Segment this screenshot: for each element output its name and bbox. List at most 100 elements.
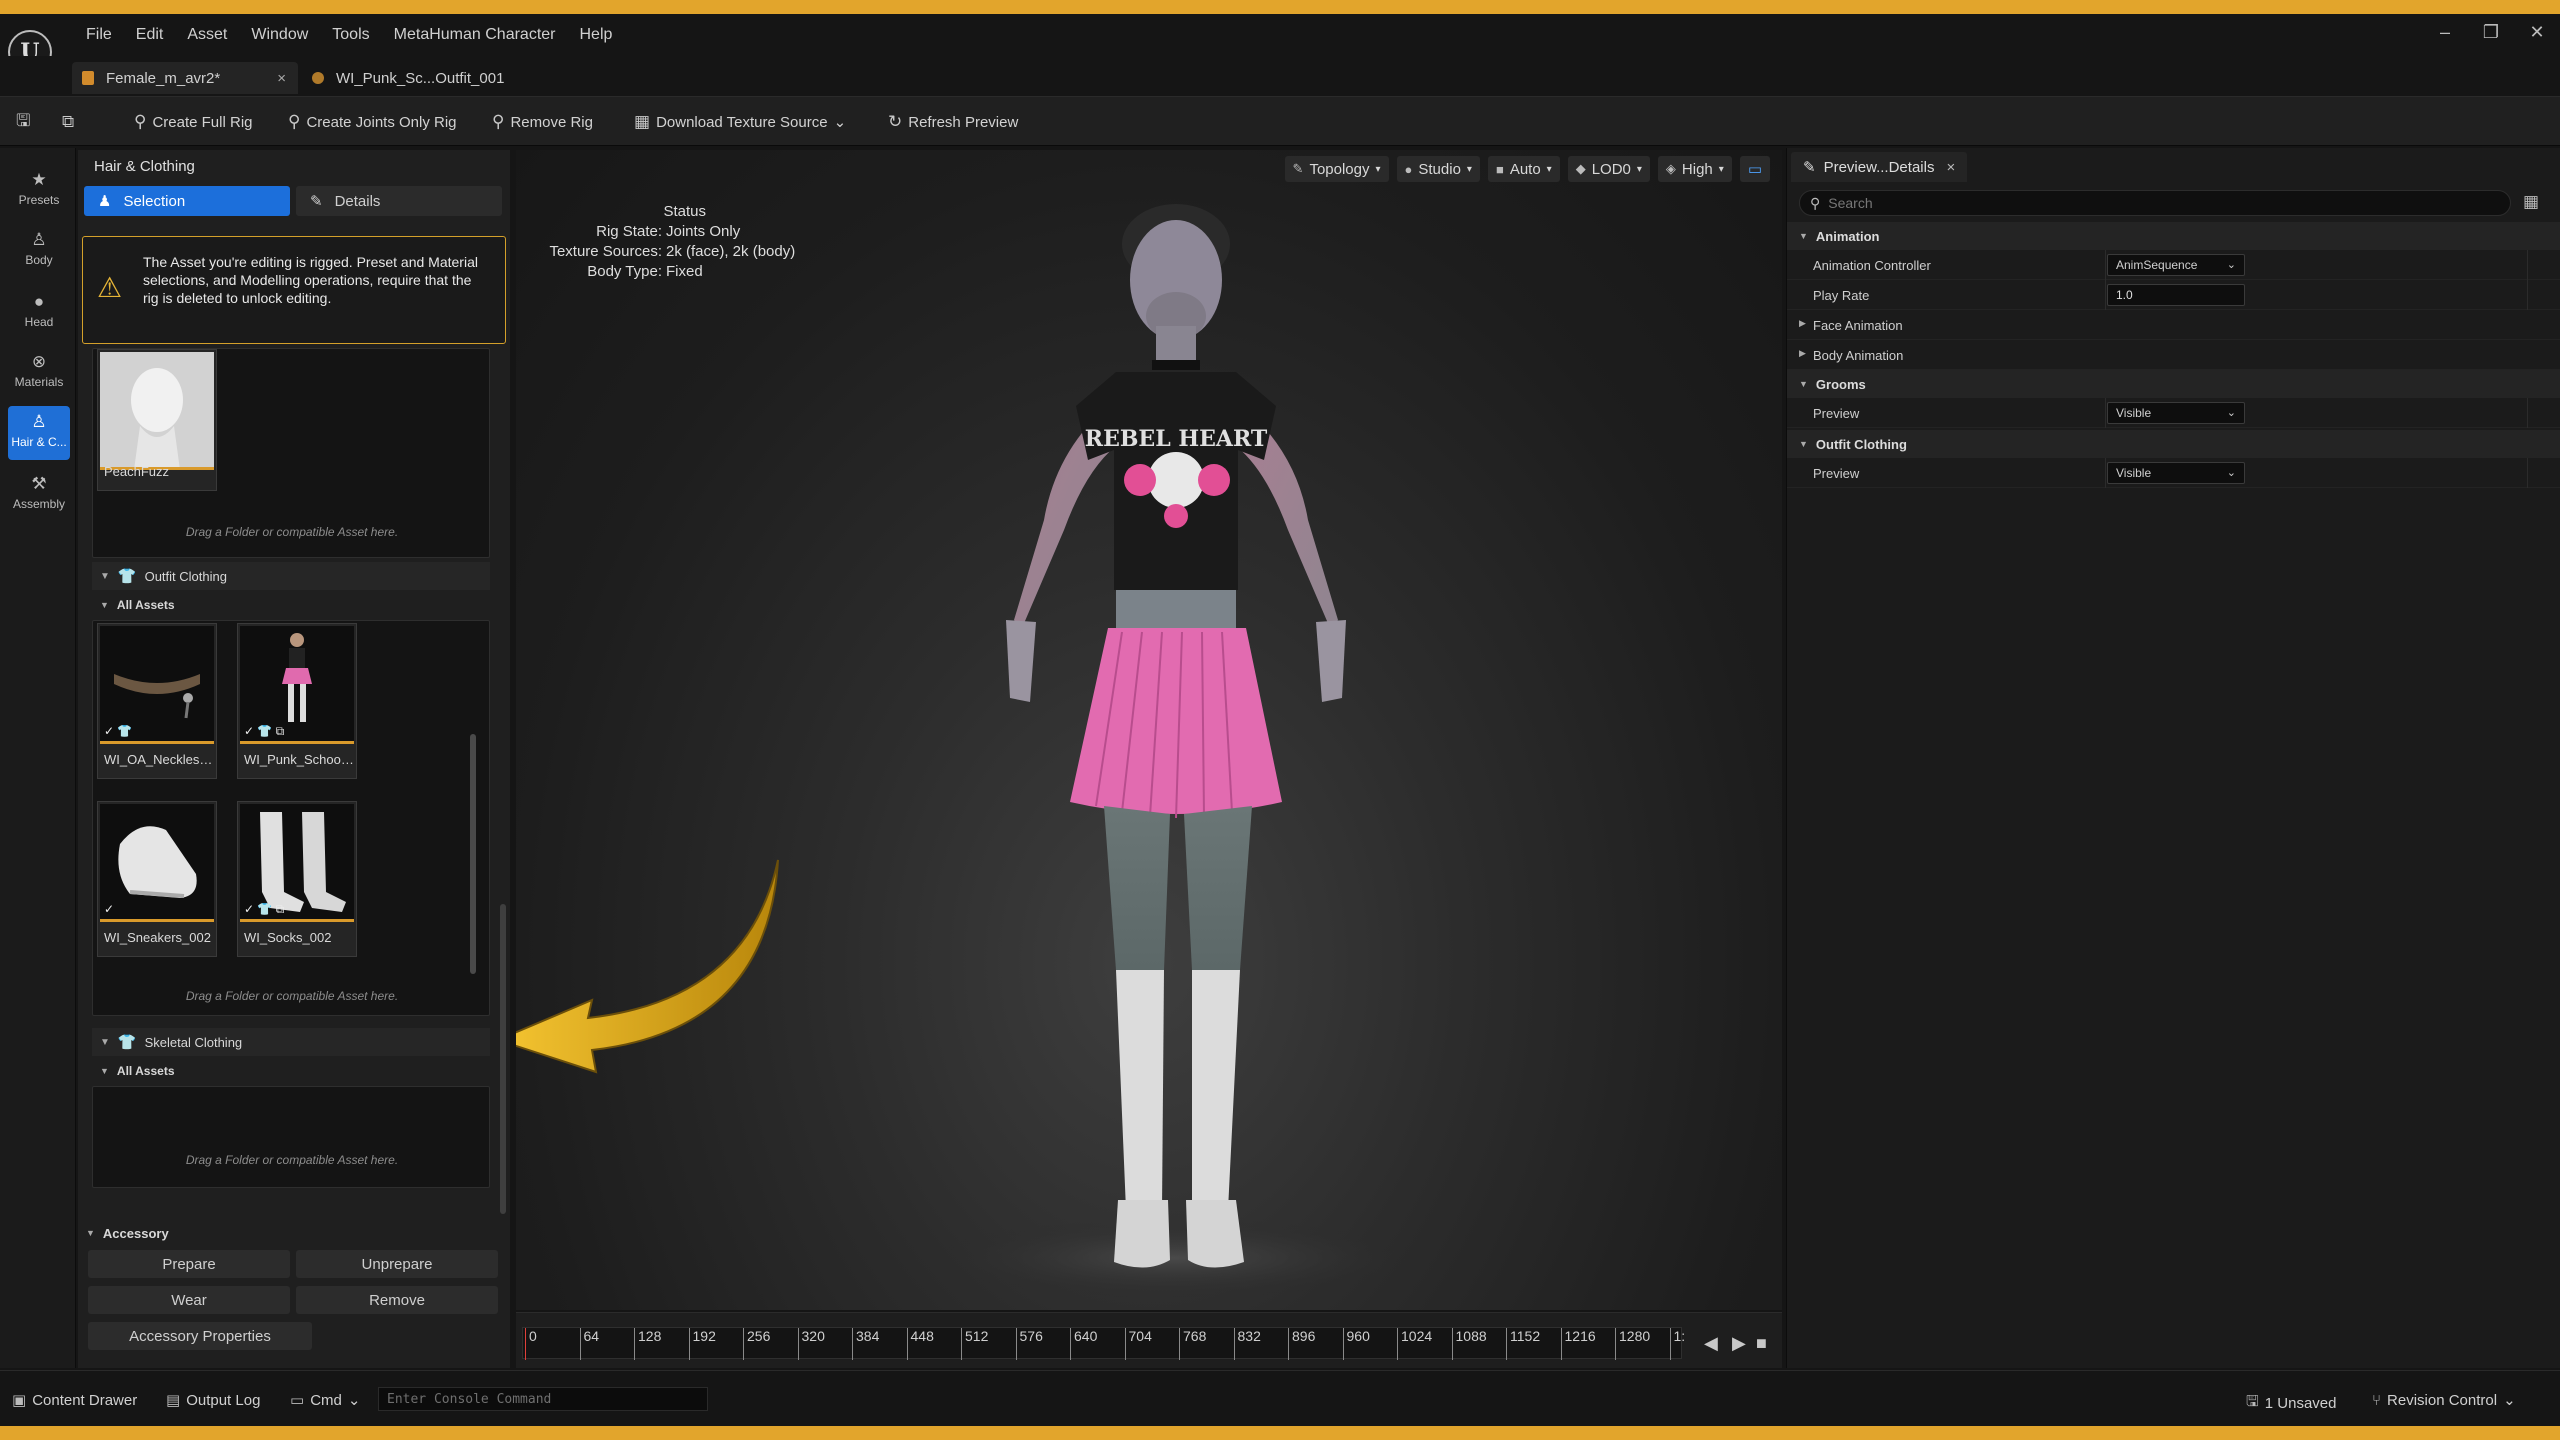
asset-list-scrollbar[interactable] (470, 734, 476, 974)
refresh-preview-button[interactable]: ↻ Refresh Preview (888, 109, 1018, 135)
menu-file[interactable]: File (74, 26, 124, 44)
timeline-tick-label: 512 (961, 1328, 988, 1360)
cmd-dropdown[interactable]: ▭ Cmd ⌄ (290, 1391, 361, 1410)
outfit-preview-select[interactable]: Visible ⌄ (2107, 462, 2245, 484)
asset-badges: ✓ 👕 ⧉ (244, 902, 285, 916)
stop-icon[interactable]: ■ (1756, 1333, 1767, 1354)
column-divider[interactable] (2105, 280, 2106, 310)
view-options-icon[interactable]: ▦ (2523, 192, 2539, 212)
output-log-button[interactable]: ▤ Output Log (166, 1391, 260, 1410)
asset-tile-socks[interactable]: ✓ 👕 ⧉ WI_Socks_002 (237, 801, 357, 957)
accessory-properties-button[interactable]: Accessory Properties (88, 1322, 312, 1350)
create-joints-only-rig-button[interactable]: ⚲ Create Joints Only Rig (288, 109, 457, 135)
groom-asset-well: PeachFuzz Drag a Folder or compatible As… (92, 348, 490, 558)
timeline-tick-label: 960 (1342, 1328, 1370, 1360)
menu-edit[interactable]: Edit (124, 26, 176, 44)
menu-help[interactable]: Help (567, 26, 624, 44)
property-name: Animation Controller (1813, 258, 1931, 273)
asset-tile-label: WI_Sneakers_002 (104, 930, 211, 945)
tab-preview-details[interactable]: ✎ Preview...Details × (1791, 152, 1968, 182)
rail-item-head[interactable]: ● Head (8, 286, 70, 340)
menu-metahuman-character[interactable]: MetaHuman Character (382, 26, 568, 44)
asset-tile-peachfuzz[interactable]: PeachFuzz (97, 349, 217, 491)
asset-tile-sneakers[interactable]: ✓ WI_Sneakers_002 (97, 801, 217, 957)
category-outfit-clothing[interactable]: ▼ Outfit Clothing (1787, 430, 2560, 458)
remove-rig-button[interactable]: ⚲ Remove Rig (492, 109, 593, 135)
skeletal-all-assets-header[interactable]: ▼ All Assets (92, 1058, 490, 1084)
chevron-down-icon: ⌄ (347, 1392, 361, 1409)
close-tab-icon[interactable]: × (1946, 159, 1955, 176)
property-name: Face Animation (1813, 318, 1903, 333)
animation-controller-select[interactable]: AnimSequence ⌄ (2107, 254, 2245, 276)
play-rate-field[interactable]: 1.0 (2107, 284, 2245, 306)
tab-wi-punk-outfit[interactable]: WI_Punk_Sc...Outfit_001 (302, 62, 542, 94)
rail-item-hair-clothing[interactable]: ♙ Hair & C... (8, 406, 70, 460)
wear-button[interactable]: Wear (88, 1286, 290, 1314)
tab-details[interactable]: ✎ Details (296, 186, 502, 216)
outfit-all-assets-header[interactable]: ▼ All Assets (92, 592, 490, 618)
prepare-button[interactable]: Prepare (88, 1250, 290, 1278)
column-divider[interactable] (2105, 458, 2106, 488)
restore-icon[interactable]: ❐ (2468, 22, 2514, 43)
log-icon: ▤ (166, 1392, 181, 1409)
accessory-header[interactable]: ▼ Accessory (78, 1220, 510, 1246)
row-face-animation[interactable]: ▶ Face Animation (1787, 310, 2560, 340)
row-play-rate: Play Rate 1.0 (1787, 280, 2560, 310)
hair-clothing-panel: Hair & Clothing ♟ Selection ✎ Details ⚠ Th… (78, 150, 510, 1368)
grooms-preview-select[interactable]: Visible ⌄ (2107, 402, 2245, 424)
tab-female-m-avr2[interactable]: Female_m_avr2* × (72, 62, 298, 94)
download-texture-source-button[interactable]: ▦ Download Texture Source ⌄ (634, 109, 846, 135)
details-search-input[interactable]: ⚲ Search (1799, 190, 2511, 216)
rail-item-materials[interactable]: ⊗ Materials (8, 346, 70, 400)
branch-icon: ⑂ (2372, 1391, 2382, 1409)
column-divider (2527, 280, 2528, 310)
main-menu: File Edit Asset Window Tools MetaHuman C… (74, 26, 624, 44)
timeline-track[interactable]: 0 64 128 192 256 320 384 448 512 576 640 704 768 832 8… (522, 1327, 1685, 1360)
play-icon[interactable]: ▶ (1732, 1333, 1746, 1354)
minimize-icon[interactable]: – (2422, 22, 2468, 43)
step-back-icon[interactable]: ◀ (1704, 1333, 1718, 1354)
close-tab-icon[interactable]: × (277, 70, 286, 87)
asset-tile-necklace[interactable]: ✓ 👕 WI_OA_Neckless... (97, 623, 217, 779)
create-full-rig-button[interactable]: ⚲ Create Full Rig (134, 109, 253, 135)
property-name: Preview (1813, 466, 1860, 481)
save-icon[interactable]: 🖫 (16, 109, 36, 135)
menu-asset[interactable]: Asset (175, 26, 239, 44)
column-divider[interactable] (2105, 250, 2106, 280)
category-grooms[interactable]: ▼ Grooms (1787, 370, 2560, 398)
menu-window[interactable]: Window (239, 26, 320, 44)
category-animation[interactable]: ▼ Animation (1787, 222, 2560, 250)
animation-timeline: 0 64 128 192 256 320 384 448 512 576 640 704 768 832 8… (516, 1312, 1782, 1368)
skeletal-clothing-header[interactable]: ▼ 👕 Skeletal Clothing (92, 1028, 490, 1056)
asset-tile-punk-schoolgirl[interactable]: ✓ 👕 ⧉ WI_Punk_Schoolg... (237, 623, 357, 779)
column-divider[interactable] (2105, 398, 2106, 428)
unsaved-button[interactable]: 🖫 1 Unsaved (2246, 1391, 2337, 1416)
remove-button[interactable]: Remove (296, 1286, 498, 1314)
tab-selection[interactable]: ♟ Selection (84, 186, 290, 216)
rail-item-presets[interactable]: ★ Presets (8, 164, 70, 218)
timeline-tick-label: 896 (1288, 1328, 1315, 1360)
asset-badges: ✓ 👕 (104, 724, 133, 738)
row-body-animation[interactable]: ▶ Body Animation (1787, 340, 2560, 370)
browse-icon[interactable]: ⧉ (62, 109, 80, 135)
outfit-clothing-header[interactable]: ▼ 👕 Outfit Clothing (92, 562, 490, 590)
revision-control-button[interactable]: ⑂ Revision Control ⌄ (2372, 1391, 2516, 1410)
collapse-triangle-icon: ▼ (1799, 231, 1808, 241)
row-grooms-preview: Preview Visible ⌄ (1787, 398, 2560, 428)
unprepare-button[interactable]: Unprepare (296, 1250, 498, 1278)
console-command-input[interactable]: Enter Console Command (378, 1387, 708, 1411)
annotation-arrow-icon (516, 859, 779, 1074)
property-name: Preview (1813, 406, 1860, 421)
drag-hint: Drag a Folder or compatible Asset here. (185, 525, 399, 539)
body-icon: ♙ (31, 230, 47, 249)
asset-tile-label: WI_Punk_Schoolg... (244, 752, 354, 767)
rig-warning-box: ⚠ The Asset you're editing is rigged. Pr… (82, 236, 506, 344)
rail-item-assembly[interactable]: ⚒ Assembly (8, 468, 70, 522)
rail-item-body[interactable]: ♙ Body (8, 224, 70, 278)
content-drawer-button[interactable]: ▣ Content Drawer (12, 1391, 137, 1410)
close-window-icon[interactable]: ✕ (2514, 22, 2560, 43)
character-viewport[interactable]: ✎ Topology ▾ ● Studio ▾ ■ Auto ▾ ◆ LOD0 ▾ ◈ High ▾… (516, 150, 1782, 1310)
menu-tools[interactable]: Tools (320, 26, 381, 44)
panel-scrollbar[interactable] (500, 904, 506, 1214)
timeline-tick-label: 0 (525, 1328, 537, 1360)
